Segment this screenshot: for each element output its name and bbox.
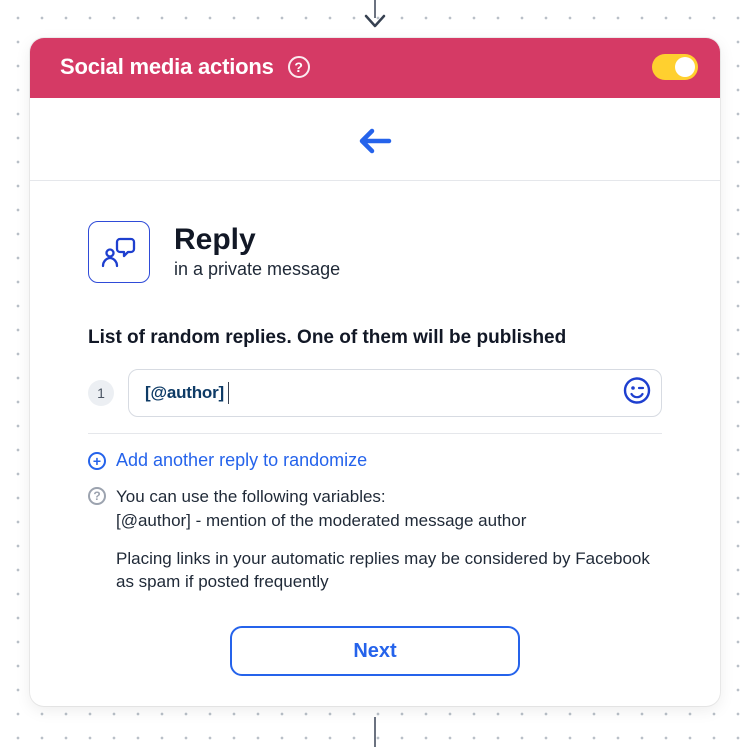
- plus-circle-icon: +: [88, 452, 106, 470]
- help-line-1: You can use the following variables:: [116, 487, 386, 506]
- enable-toggle[interactable]: [652, 54, 698, 80]
- arrow-down-icon: [364, 14, 386, 30]
- reply-icon-box: [88, 221, 150, 283]
- help-text-body: You can use the following variables: [@a…: [116, 485, 662, 594]
- action-card: Social media actions ? Reply in a privat…: [30, 38, 720, 706]
- help-line-3: Placing links in your automatic replies …: [116, 547, 662, 595]
- emoji-picker-button[interactable]: [623, 377, 651, 410]
- connector-top: [364, 0, 386, 30]
- reply-input-value: [@author]: [145, 383, 224, 403]
- back-row: [30, 98, 720, 181]
- reply-row: 1 [@author]: [88, 369, 662, 417]
- card-title: Social media actions: [60, 54, 274, 80]
- arrow-left-icon[interactable]: [358, 128, 392, 154]
- help-icon[interactable]: ?: [288, 56, 310, 78]
- reply-private-icon: [100, 235, 138, 269]
- next-button[interactable]: Next: [230, 626, 520, 676]
- section-heading: List of random replies. One of them will…: [88, 327, 662, 349]
- card-body: Reply in a private message List of rando…: [30, 181, 720, 706]
- help-question-icon: ?: [88, 487, 106, 505]
- help-line-2: [@author] - mention of the moderated mes…: [116, 511, 526, 530]
- add-reply-button[interactable]: + Add another reply to randomize: [88, 450, 662, 471]
- connector-bottom: [374, 717, 376, 747]
- emoji-wink-icon: [623, 377, 651, 405]
- help-text: ? You can use the following variables: […: [88, 485, 662, 594]
- reply-subtitle: in a private message: [174, 259, 340, 280]
- add-reply-label: Add another reply to randomize: [116, 450, 367, 471]
- text-cursor: [228, 382, 229, 404]
- reply-index-badge: 1: [88, 380, 114, 406]
- divider: [88, 433, 662, 434]
- next-wrap: Next: [88, 626, 662, 676]
- reply-titles: Reply in a private message: [174, 224, 340, 281]
- reply-input[interactable]: [@author]: [128, 369, 662, 417]
- reply-title: Reply: [174, 224, 340, 256]
- toggle-knob: [675, 57, 695, 77]
- reply-header: Reply in a private message: [88, 221, 662, 283]
- card-header: Social media actions ?: [30, 38, 720, 98]
